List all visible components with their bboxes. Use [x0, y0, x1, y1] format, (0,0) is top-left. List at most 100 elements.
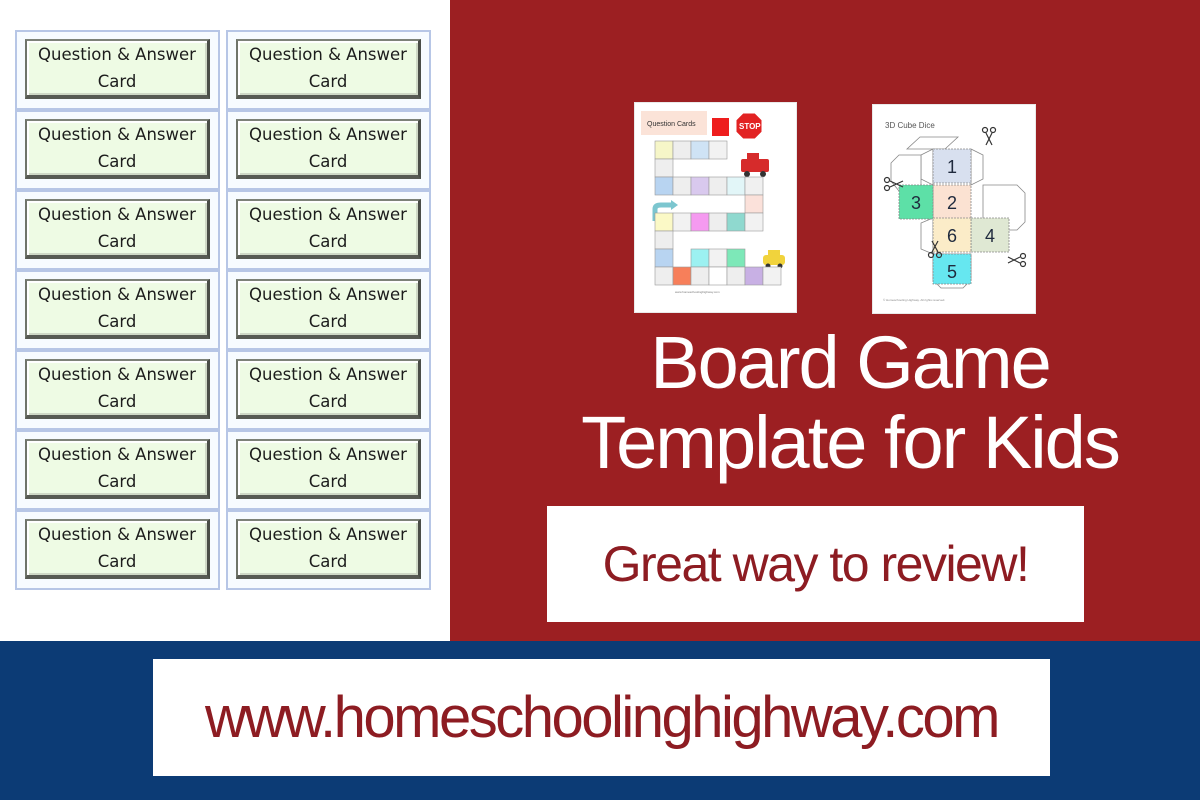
board-square [654, 176, 674, 196]
dice-face: 2 [932, 184, 972, 220]
question-cards-heading: Question Cards [647, 121, 696, 128]
question-answer-card: Question & Answer Card [25, 279, 210, 339]
tagline-box: Great way to review! [547, 506, 1084, 622]
card-label-line-1: Question & Answer [38, 285, 196, 304]
card-label: Question & Answer Card [249, 201, 407, 255]
question-answer-card: Question & Answer Card [236, 279, 421, 339]
question-answer-card: Question & Answer Card [236, 439, 421, 499]
card-label: Question & Answer Card [249, 361, 407, 415]
card-label: Question & Answer Card [38, 41, 196, 95]
board-square [690, 140, 710, 160]
board-square [654, 212, 674, 232]
card-label-line-1: Question & Answer [249, 445, 407, 464]
question-answer-card: Question & Answer Card [25, 519, 210, 579]
board-square [690, 248, 710, 268]
question-answer-card: Question & Answer Card [25, 39, 210, 99]
url-box[interactable]: www.homeschoolinghighway.com [153, 659, 1050, 776]
board-square [744, 194, 764, 214]
dice-face-number: 3 [911, 193, 921, 213]
card-label-line-2: Card [308, 152, 348, 171]
board-square [762, 266, 782, 286]
card-cell: Question & Answer Card [15, 350, 220, 430]
card-label-line-2: Card [308, 552, 348, 571]
card-label-line-2: Card [97, 392, 137, 411]
question-answer-card: Question & Answer Card [25, 359, 210, 419]
dice-face: 5 [932, 253, 972, 285]
card-label-line-1: Question & Answer [249, 365, 407, 384]
card-label-line-1: Question & Answer [249, 285, 407, 304]
board-square [726, 248, 746, 268]
card-cell: Question & Answer Card [15, 270, 220, 350]
dice-net-illustration: 3D Cube Dice 1 2 3 4 5 6 © Homeschooling High… [883, 121, 1027, 302]
board-square [654, 140, 674, 160]
card-label-line-2: Card [97, 312, 137, 331]
question-answer-card: Question & Answer Card [25, 199, 210, 259]
card-label-line-1: Question & Answer [38, 205, 196, 224]
board-square [654, 230, 674, 250]
card-cell: Question & Answer Card [15, 510, 220, 590]
board-footer-text: www.homeschoolinghighway.com [675, 290, 720, 294]
board-square [654, 266, 674, 286]
card-label-line-2: Card [97, 152, 137, 171]
board-square [726, 176, 746, 196]
card-cell: Question & Answer Card [226, 30, 431, 110]
board-square [690, 176, 710, 196]
board-square [654, 158, 674, 178]
website-url-link[interactable]: www.homeschoolinghighway.com [205, 684, 1000, 751]
card-cell: Question & Answer Card [226, 270, 431, 350]
question-answer-card: Question & Answer Card [25, 439, 210, 499]
fire-truck-icon [741, 153, 769, 177]
card-cell: Question & Answer Card [226, 430, 431, 510]
card-label: Question & Answer Card [38, 121, 196, 175]
card-label-line-1: Question & Answer [249, 45, 407, 64]
card-label-line-2: Card [308, 392, 348, 411]
card-label-line-2: Card [308, 232, 348, 251]
card-label-line-2: Card [97, 232, 137, 251]
board-square [708, 266, 728, 286]
board-square [726, 212, 746, 232]
dice-heading: 3D Cube Dice [885, 121, 935, 130]
card-label: Question & Answer Card [38, 521, 196, 575]
taxi-icon [763, 250, 785, 269]
board-square [672, 266, 692, 286]
dice-template-thumbnail: 3D Cube Dice 1 2 3 4 5 6 © Homeschooling High… [872, 104, 1036, 314]
card-label-line-2: Card [97, 72, 137, 91]
dice-face: 1 [932, 148, 972, 184]
card-cell: Question & Answer Card [226, 190, 431, 270]
red-square [712, 118, 729, 136]
board-square [672, 212, 692, 232]
card-label-line-2: Card [97, 472, 137, 491]
page-title-line-2: Template for Kids [581, 401, 1121, 484]
dice-face-number: 2 [947, 193, 957, 213]
card-label: Question & Answer Card [249, 41, 407, 95]
dice-face-number: 5 [947, 262, 957, 282]
dice-face: 6 [932, 217, 972, 253]
card-label-line-1: Question & Answer [249, 205, 407, 224]
card-label: Question & Answer Card [38, 281, 196, 335]
question-answer-card: Question & Answer Card [236, 359, 421, 419]
card-cell: Question & Answer Card [226, 510, 431, 590]
board-square [690, 266, 710, 286]
board-square [708, 176, 728, 196]
card-label: Question & Answer Card [249, 441, 407, 495]
card-grid: Question & Answer Card Question & Answer Ca… [15, 30, 431, 590]
card-label: Question & Answer Card [249, 121, 407, 175]
card-label-line-1: Question & Answer [38, 45, 196, 64]
svg-text:STOP: STOP [739, 122, 761, 131]
card-cell: Question & Answer Card [226, 350, 431, 430]
card-cell: Question & Answer Card [15, 30, 220, 110]
tagline: Great way to review! [602, 536, 1030, 592]
dice-face: 4 [970, 217, 1010, 253]
card-label-line-1: Question & Answer [38, 365, 196, 384]
card-label-line-1: Question & Answer [38, 445, 196, 464]
card-cell: Question & Answer Card [226, 110, 431, 190]
board-game-thumbnail: Question Cards STOP www.homeschoolinghig… [634, 102, 797, 313]
board-square [726, 266, 746, 286]
card-cell: Question & Answer Card [15, 430, 220, 510]
board-square [744, 266, 764, 286]
board-square [690, 212, 710, 232]
dice-face-number: 6 [947, 226, 957, 246]
board-square [708, 212, 728, 232]
dice-face-number: 4 [985, 226, 995, 246]
card-label-line-2: Card [97, 552, 137, 571]
